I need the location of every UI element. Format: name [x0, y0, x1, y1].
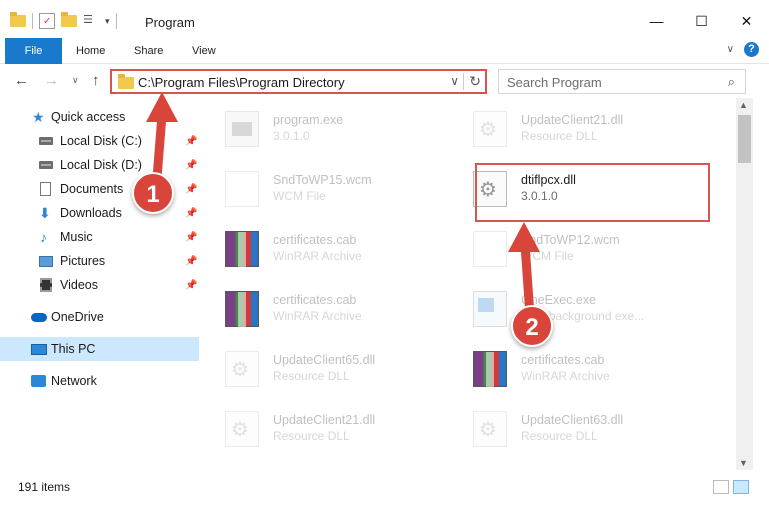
step-2-badge: 2 [511, 305, 553, 347]
step-1-badge: 1 [132, 172, 174, 214]
arrow-1 [146, 92, 178, 183]
annotation-arrows [146, 92, 540, 320]
arrow-2 [508, 222, 540, 320]
